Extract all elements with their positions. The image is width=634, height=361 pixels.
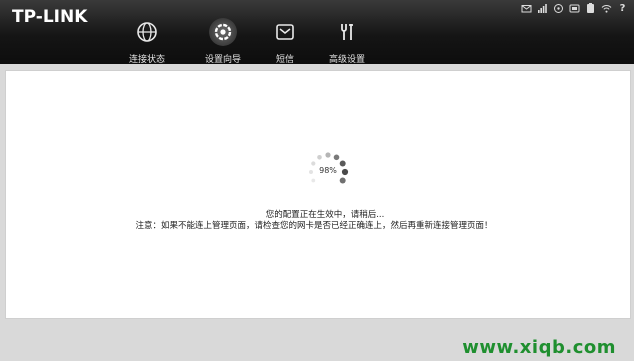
nav-label: 设置向导	[204, 55, 241, 65]
envelope-icon	[276, 24, 294, 40]
nav-item-connection-status[interactable]: 连接状态	[117, 18, 177, 65]
loading-spinner: 98%	[304, 147, 354, 197]
battery-icon	[585, 3, 596, 14]
nav-label: 短信	[275, 55, 294, 65]
nav-item-advanced-settings[interactable]: 高级设置	[317, 18, 377, 65]
active-highlight	[209, 18, 237, 46]
notice-message: 注意：如果不能连上管理页面，请检查您的网卡是否已经正确连上，然后再重新连接管理页…	[135, 221, 493, 231]
tp-link-logo: TP-LINK	[12, 7, 88, 27]
mail-icon[interactable]	[521, 3, 532, 14]
globe-icon	[137, 22, 157, 42]
top-bar: TP-LINK 连接状态 设置向导 短信 高级设置 ?	[0, 0, 634, 65]
sim-icon	[569, 3, 580, 14]
roaming-icon	[553, 3, 564, 14]
signal-icon	[537, 3, 548, 14]
status-icons: ?	[521, 3, 628, 14]
nav-label: 连接状态	[128, 55, 165, 65]
progress-percent: 98%	[319, 166, 337, 175]
nav-item-setup-wizard[interactable]: 设置向导	[193, 18, 253, 65]
watermark: www.xiqb.com	[462, 337, 616, 358]
nav-item-sms[interactable]: 短信	[255, 18, 315, 65]
help-icon[interactable]: ?	[617, 3, 628, 14]
main-content-panel: 98% 您的配置正在生效中，请稍后... 注意：如果不能连上管理页面，请检查您的…	[5, 70, 631, 319]
nav-label: 高级设置	[328, 55, 365, 65]
wizard-icon	[214, 23, 232, 41]
tools-icon	[341, 24, 353, 40]
wifi-icon	[601, 3, 612, 14]
